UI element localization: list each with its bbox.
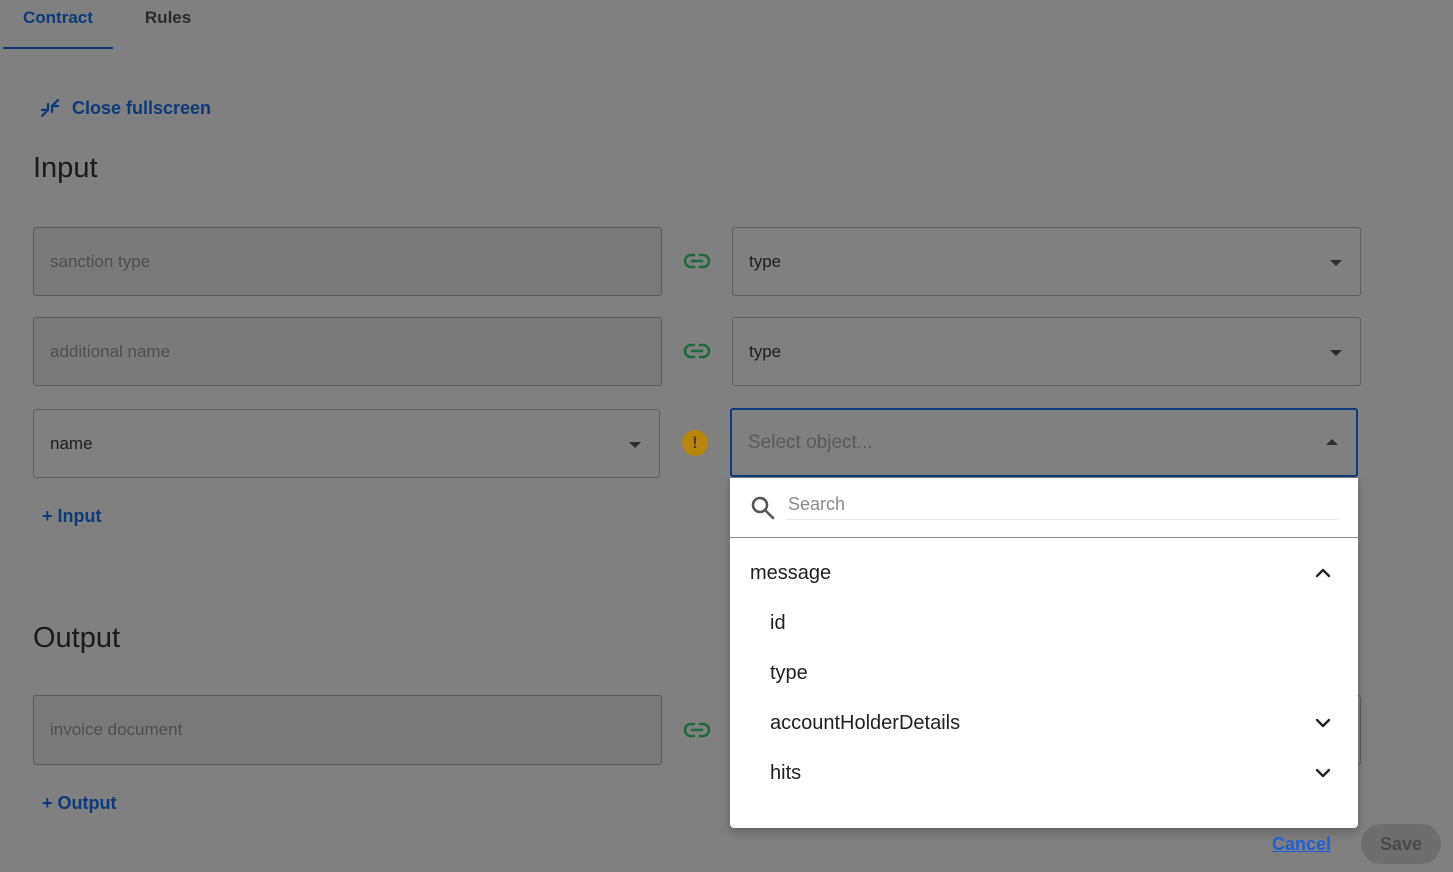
caret-down-icon: [1330, 349, 1342, 356]
input-source-select[interactable]: name: [33, 409, 660, 478]
chevron-down-icon[interactable]: [1312, 762, 1334, 784]
input-source-value: additional name: [50, 341, 171, 361]
caret-down-icon: [629, 441, 641, 448]
chevron-down-icon[interactable]: [1312, 712, 1334, 734]
input-target-value: type: [749, 251, 782, 271]
tree-item-accountholderdetails[interactable]: accountHolderDetails: [730, 703, 1358, 743]
output-source-field: invoice document: [33, 695, 662, 765]
caret-down-icon: [1330, 259, 1342, 266]
caret-up-icon: [1326, 438, 1338, 445]
tab-contract[interactable]: Contract: [3, 0, 113, 49]
tree-item-label: accountHolderDetails: [770, 711, 961, 734]
dropdown-search: [730, 478, 1358, 538]
warning-icon: !: [682, 430, 708, 456]
tree-item-label: message: [750, 561, 832, 584]
input-source-value: name: [50, 433, 93, 453]
close-fullscreen-label: Close fullscreen: [72, 97, 212, 118]
tree-item-hits[interactable]: hits: [730, 753, 1358, 793]
input-source-field: sanction type: [33, 227, 662, 296]
object-dropdown-panel: message id type accountHolderDetails hit…: [730, 478, 1358, 828]
add-input-button[interactable]: + Input: [42, 506, 102, 527]
link-icon: [683, 253, 711, 269]
output-section-title: Output: [33, 622, 121, 654]
add-output-button[interactable]: + Output: [42, 793, 117, 814]
warning-glyph: !: [692, 433, 698, 452]
tree-item-label: hits: [770, 761, 802, 784]
chevron-up-icon[interactable]: [1312, 562, 1334, 584]
link-icon: [683, 343, 711, 359]
input-section-title: Input: [33, 152, 98, 184]
close-fullscreen-button[interactable]: Close fullscreen: [38, 96, 211, 120]
cancel-button[interactable]: Cancel: [1272, 834, 1331, 855]
save-button[interactable]: Save: [1361, 824, 1441, 864]
search-icon: [751, 496, 775, 520]
input-target-select[interactable]: type: [732, 317, 1361, 386]
link-icon: [683, 722, 711, 738]
tree-item-id[interactable]: id: [730, 603, 1358, 643]
tree-item-message[interactable]: message: [730, 553, 1358, 593]
object-select[interactable]: Select object...: [730, 408, 1358, 477]
tree-item-label: id: [770, 611, 786, 634]
output-source-value: invoice document: [50, 720, 183, 739]
input-source-value: sanction type: [50, 251, 151, 271]
search-input[interactable]: [786, 490, 1338, 520]
object-select-placeholder: Select object...: [748, 431, 873, 453]
collapse-icon: [40, 98, 60, 118]
tab-bar: Contract Rules: [3, 0, 211, 49]
input-target-select[interactable]: type: [732, 227, 1361, 296]
input-source-field: additional name: [33, 317, 662, 386]
tree-item-label: type: [770, 661, 808, 684]
tree-item-type[interactable]: type: [730, 653, 1358, 693]
tab-rules[interactable]: Rules: [113, 0, 211, 49]
input-target-value: type: [749, 341, 782, 361]
